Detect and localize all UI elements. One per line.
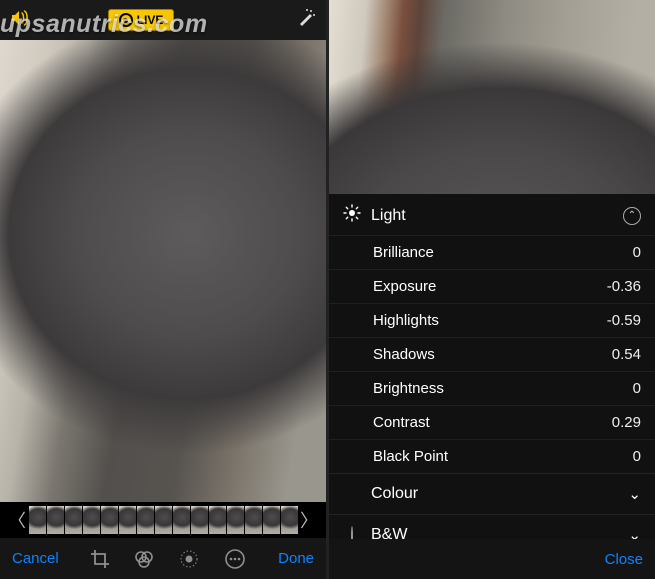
bottom-toolbar-right: Close — [329, 539, 655, 579]
filters-icon[interactable] — [134, 549, 154, 569]
brilliance-value: 0 — [633, 244, 641, 261]
editor-screen-live: LIVE 〈 〉 Cancel Done — [0, 0, 326, 579]
brilliance-row[interactable]: Brilliance0 — [329, 235, 655, 269]
brilliance-label: Brilliance — [373, 244, 633, 261]
adjust-icon[interactable] — [178, 548, 200, 570]
chevron-right-icon[interactable]: 〉 — [298, 507, 320, 533]
chevron-up-icon[interactable]: ⌃ — [623, 207, 641, 225]
bw-title: B&W — [371, 526, 618, 539]
shadows-row[interactable]: Shadows0.54 — [329, 337, 655, 371]
highlights-row[interactable]: Highlights-0.59 — [329, 303, 655, 337]
auto-enhance-icon[interactable] — [296, 8, 316, 33]
light-icon — [343, 204, 361, 227]
blackpoint-row[interactable]: Black Point0 — [329, 439, 655, 473]
highlights-label: Highlights — [373, 312, 607, 329]
blackpoint-value: 0 — [633, 448, 641, 465]
close-button[interactable]: Close — [605, 551, 643, 568]
editor-screen-adjust: Light ⌃ Brilliance0 Exposure-0.36 Highli… — [329, 0, 655, 579]
chevron-left-icon[interactable]: 〈 — [6, 507, 28, 533]
thumb[interactable] — [226, 506, 244, 534]
colour-title: Colour — [371, 485, 618, 503]
done-button[interactable]: Done — [278, 550, 314, 567]
bw-icon — [343, 527, 361, 540]
live-icon — [119, 13, 133, 27]
thumb[interactable] — [82, 506, 100, 534]
photo-preview-cropped[interactable] — [329, 0, 655, 194]
thumb[interactable] — [46, 506, 64, 534]
exposure-row[interactable]: Exposure-0.36 — [329, 269, 655, 303]
exposure-label: Exposure — [373, 278, 607, 295]
chevron-down-icon[interactable]: ⌄ — [628, 485, 641, 503]
adjustments-panel: Light ⌃ Brilliance0 Exposure-0.36 Highli… — [329, 194, 655, 539]
brightness-label: Brightness — [373, 380, 633, 397]
thumb[interactable] — [28, 506, 46, 534]
live-label: LIVE — [137, 13, 164, 27]
crop-icon[interactable] — [90, 549, 110, 569]
chevron-down-icon[interactable]: ⌄ — [628, 526, 641, 539]
more-icon[interactable] — [224, 548, 246, 570]
shadows-label: Shadows — [373, 346, 612, 363]
colour-section-header[interactable]: Colour ⌄ — [329, 473, 655, 514]
live-photo-filmstrip: 〈 〉 — [0, 502, 326, 538]
live-badge[interactable]: LIVE — [108, 9, 175, 31]
bw-section-header[interactable]: B&W ⌄ — [329, 514, 655, 539]
shadows-value: 0.54 — [612, 346, 641, 363]
light-section-header[interactable]: Light ⌃ — [329, 194, 655, 235]
contrast-row[interactable]: Contrast0.29 — [329, 405, 655, 439]
thumb[interactable] — [64, 506, 82, 534]
highlights-value: -0.59 — [607, 312, 641, 329]
brightness-value: 0 — [633, 380, 641, 397]
cancel-button[interactable]: Cancel — [12, 550, 59, 567]
thumb[interactable] — [190, 506, 208, 534]
contrast-value: 0.29 — [612, 414, 641, 431]
exposure-value: -0.36 — [607, 278, 641, 295]
filmstrip-thumbs[interactable] — [28, 506, 298, 534]
thumb[interactable] — [136, 506, 154, 534]
thumb[interactable] — [118, 506, 136, 534]
top-toolbar: LIVE — [0, 0, 326, 40]
light-title: Light — [371, 207, 613, 225]
thumb[interactable] — [280, 506, 298, 534]
thumb[interactable] — [100, 506, 118, 534]
photo-preview[interactable] — [0, 40, 326, 502]
thumb[interactable] — [208, 506, 226, 534]
thumb[interactable] — [172, 506, 190, 534]
thumb[interactable] — [244, 506, 262, 534]
blackpoint-label: Black Point — [373, 448, 633, 465]
volume-icon[interactable] — [10, 9, 30, 32]
contrast-label: Contrast — [373, 414, 612, 431]
brightness-row[interactable]: Brightness0 — [329, 371, 655, 405]
thumb[interactable] — [262, 506, 280, 534]
bottom-toolbar: Cancel Done — [0, 538, 326, 579]
thumb[interactable] — [154, 506, 172, 534]
